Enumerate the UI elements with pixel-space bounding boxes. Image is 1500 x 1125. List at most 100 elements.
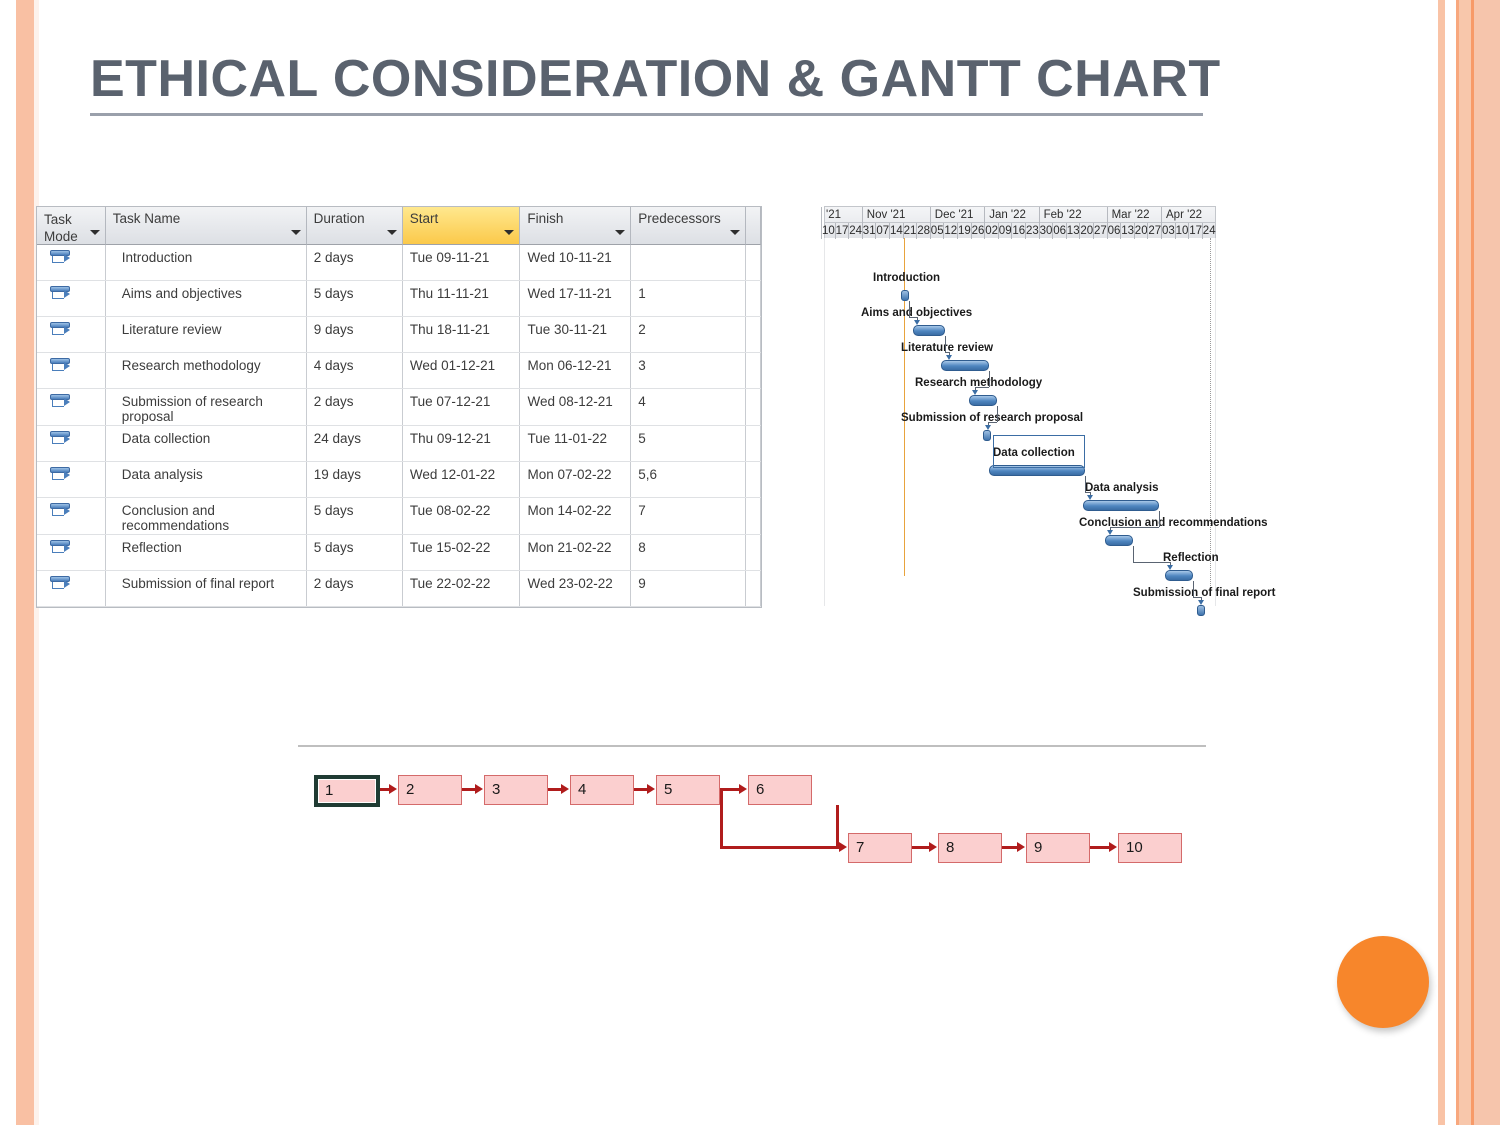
network-node-3[interactable]: 3	[484, 775, 548, 805]
chevron-down-icon[interactable]	[504, 230, 515, 235]
chevron-down-icon[interactable]	[386, 230, 397, 235]
cell-duration[interactable]: 24 days	[307, 426, 403, 461]
cell-overflow[interactable]	[746, 426, 761, 461]
cell-task-mode[interactable]	[37, 281, 106, 316]
cell-task-name[interactable]: Data analysis	[106, 462, 307, 497]
column-header-duration[interactable]: Duration	[306, 207, 403, 245]
gantt-milestone-marker[interactable]	[901, 290, 909, 301]
cell-task-name[interactable]: Conclusion and recommendations	[106, 498, 307, 534]
cell-duration[interactable]: 4 days	[307, 353, 403, 388]
gantt-bar[interactable]	[1165, 570, 1193, 581]
table-row[interactable]: Submission of final report 2 days Tue 22-0…	[37, 571, 761, 607]
chevron-down-icon[interactable]	[89, 230, 100, 235]
cell-overflow[interactable]	[746, 317, 761, 352]
cell-finish[interactable]: Wed 17-11-21	[520, 281, 632, 316]
cell-predecessors[interactable]: 9	[631, 571, 746, 606]
gantt-milestone-marker[interactable]	[983, 430, 991, 441]
cell-task-mode[interactable]	[37, 317, 106, 352]
cell-task-name[interactable]: Data collection	[106, 426, 307, 461]
cell-duration[interactable]: 5 days	[307, 535, 403, 570]
cell-overflow[interactable]	[746, 571, 761, 606]
cell-task-name[interactable]: Aims and objectives	[106, 281, 307, 316]
column-header-overflow[interactable]	[746, 207, 761, 245]
cell-task-mode[interactable]	[37, 389, 106, 425]
network-node-7[interactable]: 7	[848, 833, 912, 863]
gantt-bar[interactable]	[969, 395, 997, 406]
table-row[interactable]: Research methodology 4 days Wed 01-12-21 Mo…	[37, 353, 761, 389]
cell-predecessors[interactable]: 4	[631, 389, 746, 425]
cell-predecessors[interactable]: 2	[631, 317, 746, 352]
cell-overflow[interactable]	[746, 462, 761, 497]
cell-task-mode[interactable]	[37, 353, 106, 388]
cell-overflow[interactable]	[746, 535, 761, 570]
cell-finish[interactable]: Wed 08-12-21	[520, 389, 632, 425]
cell-finish[interactable]: Wed 10-11-21	[520, 245, 632, 280]
table-row[interactable]: Literature review 9 days Thu 18-11-21 Tue 3…	[37, 317, 761, 353]
cell-predecessors[interactable]: 3	[631, 353, 746, 388]
cell-task-mode[interactable]	[37, 498, 106, 534]
cell-task-mode[interactable]	[37, 426, 106, 461]
cell-finish[interactable]: Mon 14-02-22	[520, 498, 632, 534]
cell-overflow[interactable]	[746, 353, 761, 388]
column-header-task-name[interactable]: Task Name	[105, 207, 307, 245]
table-row[interactable]: Reflection 5 days Tue 15-02-22 Mon 21-02-22…	[37, 535, 761, 571]
table-row[interactable]: Aims and objectives 5 days Thu 11-11-21 Wed…	[37, 281, 761, 317]
cell-task-name[interactable]: Introduction	[106, 245, 307, 280]
cell-predecessors[interactable]: 5	[631, 426, 746, 461]
cell-duration[interactable]: 5 days	[307, 498, 403, 534]
cell-finish[interactable]: Mon 21-02-22	[520, 535, 632, 570]
cell-start[interactable]: Thu 18-11-21	[403, 317, 521, 352]
cell-overflow[interactable]	[746, 281, 761, 316]
cell-overflow[interactable]	[746, 389, 761, 425]
chevron-down-icon[interactable]	[730, 230, 740, 235]
cell-start[interactable]: Wed 01-12-21	[403, 353, 521, 388]
cell-finish[interactable]: Mon 06-12-21	[520, 353, 632, 388]
column-header-predecessors[interactable]: Predecessors	[631, 207, 746, 245]
cell-task-mode[interactable]	[37, 245, 106, 280]
gantt-bar[interactable]	[913, 325, 945, 336]
cell-task-mode[interactable]	[37, 462, 106, 497]
cell-duration[interactable]: 2 days	[307, 389, 403, 425]
cell-start[interactable]: Thu 09-12-21	[403, 426, 521, 461]
table-row[interactable]: Data analysis 19 days Wed 12-01-22 Mon 07-0…	[37, 462, 761, 498]
cell-start[interactable]: Tue 08-02-22	[403, 498, 521, 534]
cell-start[interactable]: Tue 07-12-21	[403, 389, 521, 425]
cell-task-mode[interactable]	[37, 571, 106, 606]
table-row[interactable]: Data collection 24 days Thu 09-12-21 Tue 11…	[37, 426, 761, 462]
cell-start[interactable]: Tue 15-02-22	[403, 535, 521, 570]
cell-task-mode[interactable]	[37, 535, 106, 570]
cell-predecessors[interactable]: 5,6	[631, 462, 746, 497]
network-node-4[interactable]: 4	[570, 775, 634, 805]
column-header-start[interactable]: Start	[402, 207, 521, 245]
cell-duration[interactable]: 19 days	[307, 462, 403, 497]
chevron-down-icon[interactable]	[615, 230, 626, 235]
cell-predecessors[interactable]	[631, 245, 746, 280]
cell-task-name[interactable]: Literature review	[106, 317, 307, 352]
gantt-bar[interactable]	[1083, 500, 1159, 511]
network-node-10[interactable]: 10	[1118, 833, 1182, 863]
cell-duration[interactable]: 2 days	[307, 245, 403, 280]
table-row[interactable]: Conclusion and recommendations 5 days Tue …	[37, 498, 761, 535]
cell-task-name[interactable]: Submission of final report	[106, 571, 307, 606]
network-node-1[interactable]: 1	[314, 775, 380, 807]
cell-predecessors[interactable]: 7	[631, 498, 746, 534]
cell-duration[interactable]: 5 days	[307, 281, 403, 316]
cell-finish[interactable]: Tue 11-01-22	[520, 426, 632, 461]
cell-predecessors[interactable]: 8	[631, 535, 746, 570]
cell-start[interactable]: Thu 11-11-21	[403, 281, 521, 316]
network-node-5[interactable]: 5	[656, 775, 720, 805]
table-row[interactable]: Introduction 2 days Tue 09-11-21 Wed 10-11-…	[37, 245, 761, 281]
cell-start[interactable]: Wed 12-01-22	[403, 462, 521, 497]
chevron-down-icon[interactable]	[290, 230, 301, 235]
cell-overflow[interactable]	[746, 498, 761, 534]
cell-predecessors[interactable]: 1	[631, 281, 746, 316]
column-header-task-mode[interactable]: Task Mode	[37, 207, 106, 245]
cell-finish[interactable]: Mon 07-02-22	[520, 462, 632, 497]
cell-finish[interactable]: Tue 30-11-21	[520, 317, 632, 352]
cell-duration[interactable]: 2 days	[307, 571, 403, 606]
column-header-finish[interactable]: Finish	[520, 207, 632, 245]
cell-start[interactable]: Tue 09-11-21	[403, 245, 521, 280]
network-node-2[interactable]: 2	[398, 775, 462, 805]
cell-finish[interactable]: Wed 23-02-22	[520, 571, 632, 606]
cell-task-name[interactable]: Research methodology	[106, 353, 307, 388]
